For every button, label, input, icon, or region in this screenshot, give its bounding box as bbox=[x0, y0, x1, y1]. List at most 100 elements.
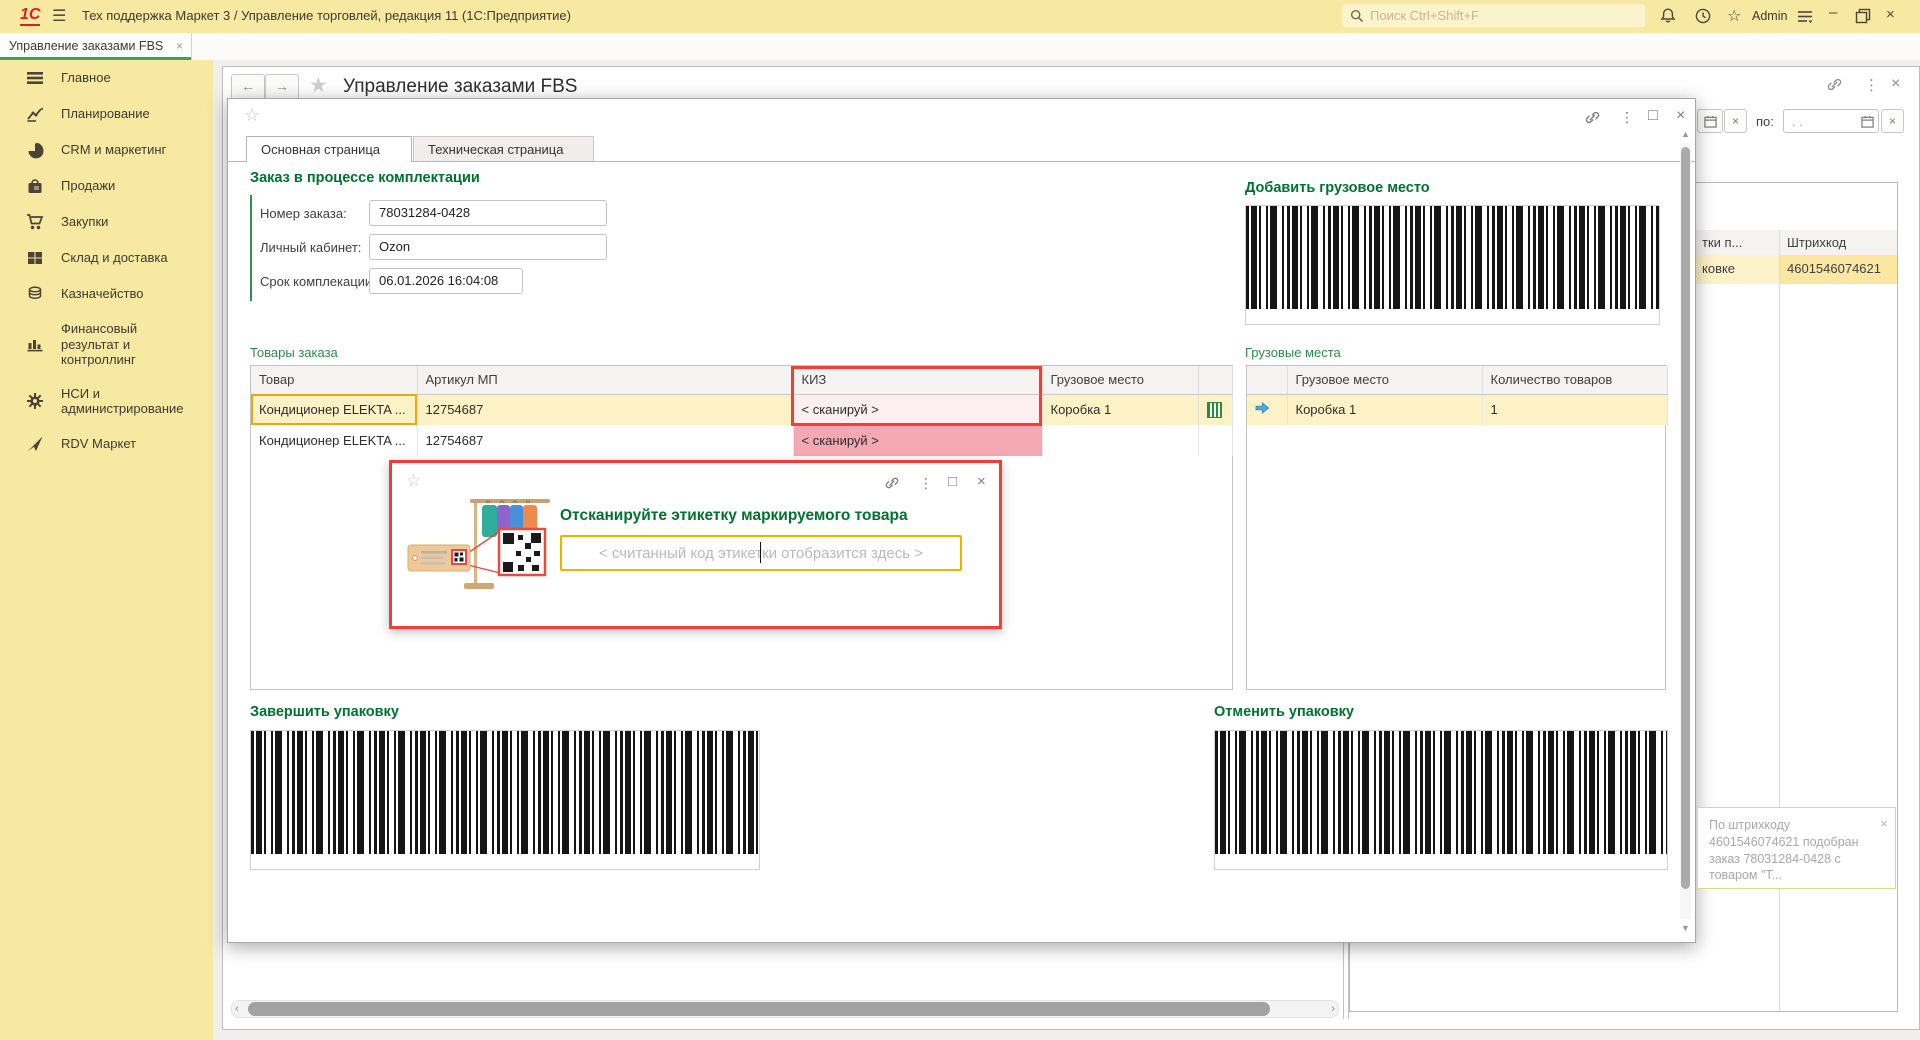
scan-illustration bbox=[406, 491, 558, 599]
dialog-favorite-star-icon[interactable]: ☆ bbox=[244, 105, 260, 126]
barcode-table-col-divider bbox=[1779, 230, 1780, 1011]
sidebar-item-label: НСИ и администрирование bbox=[61, 386, 195, 417]
horizontal-scrollbar-thumb[interactable] bbox=[248, 1002, 1270, 1016]
history-icon[interactable] bbox=[1694, 7, 1712, 25]
calendar-icon[interactable] bbox=[1861, 115, 1874, 128]
horizontal-scrollbar[interactable]: ‹ › bbox=[231, 1000, 1339, 1018]
sidebar-item-label: RDV Маркет bbox=[61, 436, 150, 452]
product-row-1[interactable]: Кондиционер ELEKTA ... 12754687 < сканир… bbox=[251, 394, 1232, 425]
sidebar-item-label: Планирование bbox=[61, 106, 164, 122]
scroll-right-icon[interactable]: › bbox=[1331, 1003, 1335, 1015]
col-qty[interactable]: Количество товаров bbox=[1482, 366, 1667, 394]
user-name[interactable]: Admin bbox=[1752, 9, 1787, 23]
nav-forward-button[interactable]: → bbox=[265, 74, 299, 100]
tabs-underline bbox=[228, 161, 1695, 162]
dialog-close-icon[interactable]: × bbox=[1676, 107, 1685, 125]
order-number-input[interactable]: 78031284-0428 bbox=[369, 200, 607, 226]
sidebar-item-purchases[interactable]: Закупки bbox=[0, 204, 213, 240]
page-tab-close-icon[interactable]: × bbox=[176, 39, 183, 53]
product-article-cell[interactable]: 12754687 bbox=[417, 394, 793, 425]
sidebar-item-admin[interactable]: НСИ и администрирование bbox=[0, 377, 213, 426]
sidebar-item-label: Продажи bbox=[61, 178, 129, 194]
tab-main-page[interactable]: Основная страница bbox=[246, 136, 412, 162]
global-search[interactable]: Поиск Ctrl+Shift+F bbox=[1342, 4, 1645, 27]
notification-close-icon[interactable]: × bbox=[1880, 816, 1888, 831]
packing-deadline-input[interactable]: 06.01.2026 16:04:08 bbox=[369, 268, 523, 294]
product-kiz-cell[interactable]: < сканируй > bbox=[793, 425, 1042, 456]
sidebar-item-rdv-market[interactable]: RDV Маркет bbox=[0, 426, 213, 462]
dialog-vertical-scrollbar[interactable] bbox=[1680, 143, 1691, 919]
sidebar-item-finance[interactable]: Финансовый результат и контроллинг bbox=[0, 312, 213, 377]
notifications-bell-icon[interactable] bbox=[1659, 7, 1677, 25]
col-article[interactable]: Артикул МП bbox=[417, 366, 793, 394]
dialog-link-icon[interactable] bbox=[1584, 109, 1601, 126]
sidebar-item-crm[interactable]: CRM и маркетинг bbox=[0, 132, 213, 168]
scan-dialog-star-icon[interactable]: ☆ bbox=[406, 471, 421, 491]
sidebar-item-warehouse[interactable]: Склад и доставка bbox=[0, 240, 213, 276]
sections-sidebar: Главное Планирование CRM и маркетинг Про… bbox=[0, 60, 213, 1040]
product-name-cell[interactable]: Кондиционер ELEKTA ... bbox=[251, 425, 417, 456]
col-actions bbox=[1198, 366, 1232, 394]
favorite-star-icon[interactable]: ★ bbox=[309, 73, 328, 98]
scan-dialog-close-icon[interactable]: × bbox=[977, 473, 986, 490]
1c-logo-icon: 1С bbox=[20, 5, 40, 26]
date-to-input[interactable]: . . bbox=[1783, 109, 1879, 133]
personal-account-input[interactable]: Ozon bbox=[369, 234, 607, 260]
date-from-calendar-button[interactable] bbox=[1697, 109, 1723, 133]
scroll-down-icon[interactable]: ▼ bbox=[1681, 923, 1690, 933]
col-package-name[interactable]: Грузовое место bbox=[1287, 366, 1482, 394]
window-minimize-icon[interactable]: – bbox=[1829, 4, 1837, 21]
personal-account-label: Личный кабинет: bbox=[260, 240, 361, 255]
main-menu-icon[interactable]: ☰ bbox=[52, 6, 66, 26]
package-row-1[interactable]: Коробка 1 1 bbox=[1247, 394, 1667, 425]
product-barcode-cell[interactable] bbox=[1198, 394, 1232, 425]
scan-code-input[interactable] bbox=[560, 535, 962, 571]
form-more-icon[interactable]: ⋮ bbox=[1864, 76, 1879, 94]
product-kiz-cell[interactable]: < сканируй > bbox=[793, 394, 1042, 425]
barcode-row-cell2: 4601546074621 bbox=[1787, 261, 1881, 276]
sidebar-item-sales[interactable]: Продажи bbox=[0, 168, 213, 204]
product-barcode-cell[interactable] bbox=[1198, 425, 1232, 456]
order-status-heading: Заказ в процессе комплектации bbox=[250, 170, 480, 186]
product-row-2[interactable]: Кондиционер ELEKTA ... 12754687 < сканир… bbox=[251, 425, 1232, 456]
title-bar: 1С ☰ Тех поддержка Маркет 3 / Управление… bbox=[0, 0, 1920, 33]
scan-label-dialog: ☆ ⋮ □ × bbox=[389, 460, 1002, 629]
search-icon bbox=[1350, 9, 1364, 23]
dialog-scrollbar-thumb[interactable] bbox=[1681, 147, 1690, 889]
dialog-more-icon[interactable]: ⋮ bbox=[1620, 109, 1634, 126]
sidebar-item-planning[interactable]: Планирование bbox=[0, 96, 213, 132]
scroll-up-icon[interactable]: ▲ bbox=[1681, 129, 1690, 139]
col-product[interactable]: Товар bbox=[251, 366, 417, 394]
package-qty-cell[interactable]: 1 bbox=[1482, 394, 1667, 425]
product-package-cell[interactable]: Коробка 1 bbox=[1042, 394, 1198, 425]
date-to-clear-button[interactable]: × bbox=[1881, 109, 1904, 133]
sidebar-item-treasury[interactable]: Казначейство bbox=[0, 276, 213, 312]
scan-dialog-maximize-icon[interactable]: □ bbox=[948, 473, 957, 490]
finish-packing-heading: Завершить упаковку bbox=[250, 704, 399, 720]
get-link-icon[interactable] bbox=[1826, 76, 1843, 93]
current-row-cell[interactable] bbox=[1247, 394, 1287, 425]
date-from-clear-button[interactable]: × bbox=[1724, 109, 1747, 133]
col-package[interactable]: Грузовое место bbox=[1042, 366, 1198, 394]
col-kiz[interactable]: КИЗ bbox=[793, 366, 1042, 394]
nav-back-button[interactable]: ← bbox=[231, 74, 265, 100]
product-article-cell[interactable]: 12754687 bbox=[417, 425, 793, 456]
window-restore-icon[interactable] bbox=[1855, 8, 1871, 24]
tab-technical-page[interactable]: Техническая страница bbox=[413, 136, 594, 162]
form-close-icon[interactable]: × bbox=[1891, 75, 1900, 93]
tab-label: Техническая страница bbox=[428, 142, 563, 157]
scroll-left-icon[interactable]: ‹ bbox=[235, 1003, 239, 1015]
text-caret bbox=[760, 542, 761, 563]
window-close-icon[interactable]: × bbox=[1886, 6, 1895, 23]
favorites-star-icon[interactable]: ☆ bbox=[1727, 6, 1741, 26]
dialog-maximize-icon[interactable]: □ bbox=[1648, 107, 1658, 125]
page-tab-fbs-orders[interactable]: Управление заказами FBS × bbox=[0, 33, 192, 60]
product-name-cell[interactable]: Кондиционер ELEKTA ... bbox=[251, 394, 417, 425]
package-name-cell[interactable]: Коробка 1 bbox=[1287, 394, 1482, 425]
service-menu-icon[interactable] bbox=[1796, 8, 1814, 26]
sidebar-item-label: Главное bbox=[61, 70, 125, 86]
scan-dialog-more-icon[interactable]: ⋮ bbox=[919, 475, 933, 492]
scan-dialog-link-icon[interactable] bbox=[884, 475, 900, 491]
sidebar-item-main[interactable]: Главное bbox=[0, 60, 213, 96]
product-package-cell[interactable] bbox=[1042, 425, 1198, 456]
